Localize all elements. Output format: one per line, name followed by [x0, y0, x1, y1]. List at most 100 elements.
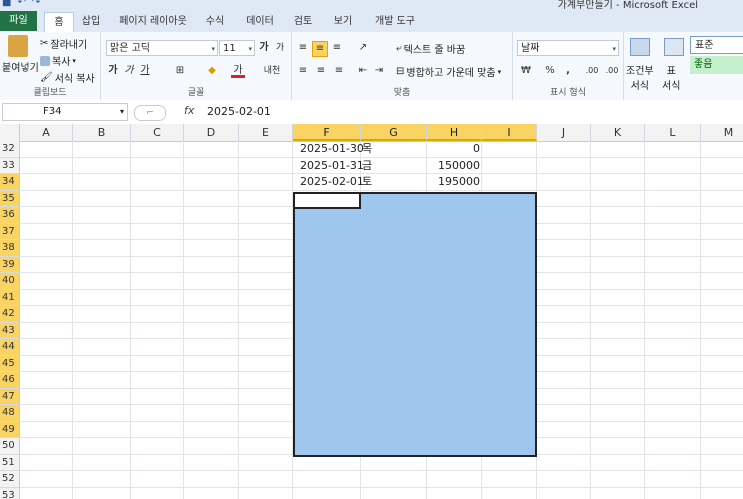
grid-cell[interactable] [239, 454, 293, 471]
grid-cell[interactable] [131, 141, 184, 158]
row-header[interactable]: 50 [0, 438, 20, 455]
grid-cell[interactable] [20, 372, 73, 389]
italic-button[interactable]: 가 [122, 64, 136, 78]
grid-cell[interactable] [20, 438, 73, 455]
grid-cell[interactable] [184, 289, 239, 306]
grid-cell[interactable] [701, 422, 743, 438]
grid-cell[interactable] [73, 355, 131, 372]
grid-cell[interactable] [239, 421, 293, 438]
grid-cell[interactable] [184, 438, 239, 455]
grid-cell[interactable] [239, 306, 293, 323]
grid-cell[interactable] [645, 207, 701, 224]
row-header[interactable]: 37 [0, 223, 20, 240]
column-header-e[interactable]: E [239, 124, 293, 141]
grid-cell[interactable] [73, 223, 131, 240]
grid-cell[interactable] [184, 355, 239, 372]
column-header-d[interactable]: D [184, 124, 239, 141]
grid-cell[interactable] [20, 339, 73, 356]
row-header[interactable]: 40 [0, 273, 20, 290]
grid-cell[interactable] [131, 190, 184, 207]
grid-cell[interactable] [131, 157, 184, 174]
align-middle-icon[interactable]: ≡ [312, 41, 328, 57]
format-painter-button[interactable]: 🖌 서식 복사 [40, 70, 95, 85]
grid-cell[interactable] [20, 207, 73, 224]
tab-data[interactable]: 데이터 [244, 12, 276, 31]
grid-cell[interactable] [645, 273, 701, 290]
grid-cell[interactable] [184, 388, 239, 405]
tab-formulas[interactable]: 수식 [202, 12, 228, 31]
copy-button[interactable]: 복사 ▾ [40, 53, 76, 68]
align-top-icon[interactable]: ≡ [296, 41, 310, 55]
grid-cell[interactable] [701, 471, 743, 488]
grid-cell[interactable] [537, 157, 591, 174]
grid-cell[interactable] [591, 421, 645, 438]
grid-cell[interactable] [73, 240, 131, 257]
grid-cell[interactable] [184, 240, 239, 257]
grid-cell[interactable] [239, 207, 293, 224]
grid-cell[interactable] [131, 339, 184, 356]
column-header-a[interactable]: A [20, 124, 73, 141]
grid-cell[interactable] [591, 471, 645, 488]
grid-cell[interactable] [591, 256, 645, 273]
grid-cell[interactable] [184, 372, 239, 389]
grid-cell[interactable] [184, 223, 239, 240]
grid-cell[interactable] [591, 141, 645, 158]
row-header[interactable]: 52 [0, 471, 20, 488]
wrap-text-button[interactable]: ⤶ 텍스트 줄 바꿈 [396, 41, 465, 56]
grid-cell[interactable] [184, 487, 239, 499]
grid-cell[interactable] [239, 355, 293, 372]
grid-cell[interactable] [239, 405, 293, 422]
style-good[interactable]: 좋음 [690, 56, 743, 74]
grid-cell[interactable] [645, 355, 701, 372]
grid-cell[interactable] [482, 487, 537, 499]
save-icon[interactable]: ■ [2, 0, 11, 8]
phonetic-button[interactable]: 내천 [261, 64, 283, 78]
grid-cell[interactable] [591, 388, 645, 405]
grid-cell[interactable] [701, 257, 743, 273]
row-header[interactable]: 42 [0, 306, 20, 323]
column-header-c[interactable]: C [131, 124, 184, 141]
date-cell[interactable]: 2025-02-01 [300, 174, 364, 191]
align-right-icon[interactable]: ≡ [332, 64, 346, 78]
grid-cell[interactable] [239, 438, 293, 455]
grid-cell[interactable] [591, 207, 645, 224]
decrease-decimal-button[interactable]: .00 [603, 64, 621, 78]
weekday-cell[interactable]: 금 [362, 158, 372, 175]
number-format-select[interactable]: 날짜 ▾ [517, 40, 619, 56]
grid-cell[interactable] [131, 421, 184, 438]
tab-view[interactable]: 보기 [330, 12, 356, 31]
amount-cell[interactable]: 0 [427, 141, 480, 158]
style-normal[interactable]: 표준 [690, 36, 743, 54]
grid-cell[interactable] [537, 372, 591, 389]
grid-cell[interactable] [645, 405, 701, 422]
redo-icon[interactable]: ↷ [32, 0, 40, 8]
grid-cell[interactable] [701, 207, 743, 224]
grid-cell[interactable] [20, 174, 73, 191]
grid-cell[interactable] [701, 290, 743, 306]
grid-cell[interactable] [482, 141, 537, 158]
grid-cell[interactable] [131, 438, 184, 455]
grid-cell[interactable] [591, 405, 645, 422]
grid-cell[interactable] [131, 223, 184, 240]
grid-cell[interactable] [131, 454, 184, 471]
row-header[interactable]: 43 [0, 322, 20, 339]
align-left-icon[interactable]: ≡ [296, 64, 310, 78]
decrease-indent-icon[interactable]: ⇤ [356, 64, 370, 78]
font-size-select[interactable]: 11 ▾ [219, 40, 255, 56]
grid-cell[interactable] [537, 190, 591, 207]
grid-cell[interactable] [537, 471, 591, 488]
grid-cell[interactable] [73, 289, 131, 306]
amount-cell[interactable] [427, 488, 480, 499]
grid-cell[interactable] [184, 339, 239, 356]
row-header[interactable]: 46 [0, 372, 20, 389]
column-header-h[interactable]: H [427, 124, 482, 141]
grid-cell[interactable] [537, 289, 591, 306]
date-cell[interactable]: 2025-01-31 [300, 158, 364, 175]
grid-cell[interactable] [131, 240, 184, 257]
grid-cell[interactable] [537, 273, 591, 290]
grid-cell[interactable] [73, 454, 131, 471]
grid-cell[interactable] [184, 190, 239, 207]
merge-center-button[interactable]: ⊟ 병합하고 가운데 맞춤 ▾ [396, 64, 501, 79]
row-header[interactable]: 49 [0, 421, 20, 438]
grid-cell[interactable] [73, 141, 131, 158]
